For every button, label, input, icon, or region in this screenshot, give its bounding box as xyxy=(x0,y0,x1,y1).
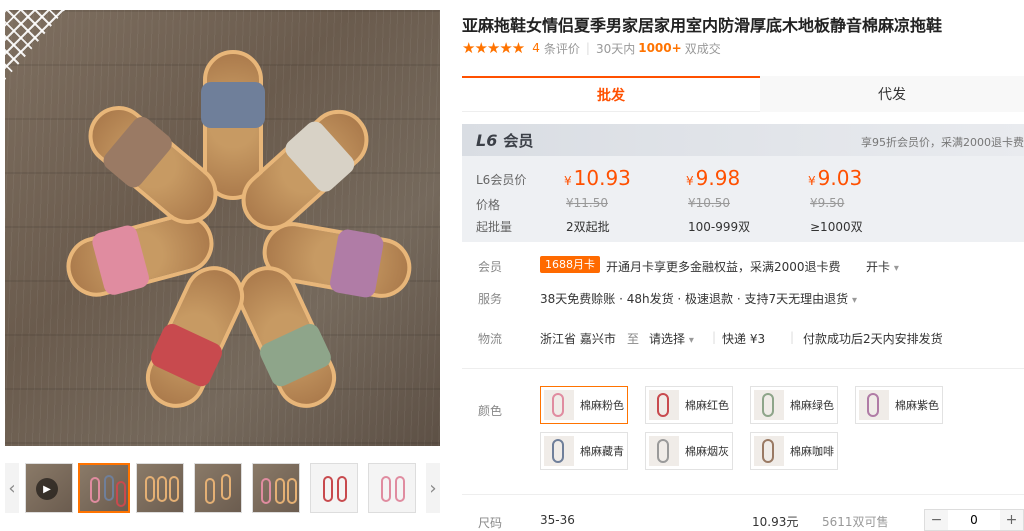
tab-dropship[interactable]: 代发 xyxy=(760,76,1024,112)
decrement-button[interactable]: − xyxy=(925,510,948,530)
swatch-image xyxy=(544,390,574,420)
tier2-price: ¥10.50 xyxy=(688,196,730,210)
service-text[interactable]: 38天免费赊账 · 48h发货 · 极速退款 · 支持7天无理由退货 ▾ xyxy=(540,290,857,307)
purchase-mode-tabs: 批发 代发 xyxy=(462,76,1024,112)
rating-separator: | xyxy=(585,41,590,55)
play-icon: ▶ xyxy=(36,478,58,500)
star-icon: ★★★★★ xyxy=(462,39,525,57)
tier1-member-price: ¥10.93 xyxy=(564,166,631,190)
size-stock: 5611双可售 xyxy=(822,515,889,529)
member-card-text: 开通月卡享更多金融权益，采满2000退卡费 xyxy=(606,260,841,274)
member-card-badge: 1688月卡 xyxy=(540,256,600,273)
swatch-image xyxy=(859,390,889,420)
sales-count: 1000+ xyxy=(638,41,682,55)
thumbnail-strip: ‹ ▶ › xyxy=(5,460,440,516)
sales-suffix: 双成交 xyxy=(684,41,721,56)
chevron-down-icon: ▾ xyxy=(893,263,899,274)
thumbnail-2[interactable] xyxy=(136,463,184,513)
logistics-separator: | xyxy=(712,330,717,344)
tier2-member-price: ¥9.98 xyxy=(686,166,741,190)
member-note: 享95折会员价，采满2000退卡费 xyxy=(861,136,1024,149)
row-label-price: 价格 xyxy=(476,198,501,212)
thumbnail-3[interactable] xyxy=(194,463,242,513)
ship-to: 至 xyxy=(627,332,640,346)
member-header: L6 会员 享95折会员价，采满2000退卡费 xyxy=(462,124,1024,156)
member-price-box: L6 会员 享95折会员价，采满2000退卡费 L6会员价 价格 起批量 ¥10… xyxy=(462,124,1024,242)
rating-row: ★★★★★ 4 条评价 | 30天内 1000+ 双成交 xyxy=(462,39,721,57)
color-option-coffee[interactable]: 棉麻咖啡 xyxy=(750,432,838,470)
chevron-right-icon[interactable]: › xyxy=(426,463,440,513)
rating-unit[interactable]: 条评价 xyxy=(544,40,580,57)
size-row-label: 尺码 xyxy=(478,516,503,530)
swatch-image xyxy=(649,390,679,420)
size-price: 10.93元 xyxy=(752,515,799,529)
size-value: 35-36 xyxy=(540,513,575,527)
tier3-price: ¥9.50 xyxy=(810,196,845,210)
tier1-qty: 2双起批 xyxy=(566,220,610,234)
swatch-image xyxy=(754,390,784,420)
section-divider xyxy=(462,494,1024,495)
shipping-fee: 快递 ¥3 xyxy=(722,332,766,346)
color-option-red[interactable]: 棉麻红色 xyxy=(645,386,733,424)
color-option-pink[interactable]: 棉麻粉色 xyxy=(540,386,628,424)
swatch-image xyxy=(649,436,679,466)
member-row-label: 会员 xyxy=(478,260,503,274)
chevron-left-icon[interactable]: ‹ xyxy=(5,463,19,513)
thumbnail-6[interactable] xyxy=(368,463,416,513)
tier1-price: ¥11.50 xyxy=(566,196,608,210)
color-option-purple[interactable]: 棉麻紫色 xyxy=(855,386,943,424)
member-label: 会员 xyxy=(503,131,534,150)
row-label-min-order: 起批量 xyxy=(476,220,513,234)
tier2-qty: 100-999双 xyxy=(688,220,751,234)
row-label-member-price: L6会员价 xyxy=(476,173,527,187)
tier3-qty: ≥1000双 xyxy=(810,220,863,234)
tier3-member-price: ¥9.03 xyxy=(808,166,863,190)
logistics-row-label: 物流 xyxy=(478,332,503,346)
sales-prefix: 30天内 xyxy=(595,41,636,56)
section-divider xyxy=(462,368,1024,369)
rating-count[interactable]: 4 xyxy=(532,41,540,55)
tab-wholesale[interactable]: 批发 xyxy=(462,76,760,112)
quantity-input[interactable] xyxy=(948,510,1000,530)
main-product-image[interactable] xyxy=(5,10,440,446)
member-level: L6 xyxy=(476,130,498,150)
service-row-label: 服务 xyxy=(478,292,503,306)
color-option-navy[interactable]: 棉麻藏青 xyxy=(540,432,628,470)
swatch-image xyxy=(754,436,784,466)
logistics-separator: | xyxy=(790,330,795,344)
swatch-image xyxy=(544,436,574,466)
open-card-link[interactable]: 开卡 ▾ xyxy=(866,258,899,275)
thumbnail-5[interactable] xyxy=(310,463,358,513)
color-option-green[interactable]: 棉麻绿色 xyxy=(750,386,838,424)
chevron-down-icon: ▾ xyxy=(851,295,857,306)
chevron-down-icon: ▾ xyxy=(688,335,694,346)
wire-basket-decoration xyxy=(5,10,65,80)
color-option-grey[interactable]: 棉麻烟灰 xyxy=(645,432,733,470)
thumbnail-1[interactable] xyxy=(78,463,130,513)
thumbnail-4[interactable] xyxy=(252,463,300,513)
increment-button[interactable]: + xyxy=(1000,510,1023,530)
color-row-label: 颜色 xyxy=(478,404,503,418)
quantity-stepper[interactable]: − + xyxy=(924,509,1024,531)
ship-destination-select[interactable]: 请选择 ▾ xyxy=(649,330,694,347)
ship-origin: 浙江省 嘉兴市 xyxy=(540,332,616,346)
product-title: 亚麻拖鞋女情侣夏季男家居家用室内防滑厚底木地板静音棉麻凉拖鞋 xyxy=(462,16,943,35)
thumbnail-video[interactable]: ▶ xyxy=(25,463,73,513)
shipping-note: 付款成功后2天内安排发货 xyxy=(803,332,943,346)
